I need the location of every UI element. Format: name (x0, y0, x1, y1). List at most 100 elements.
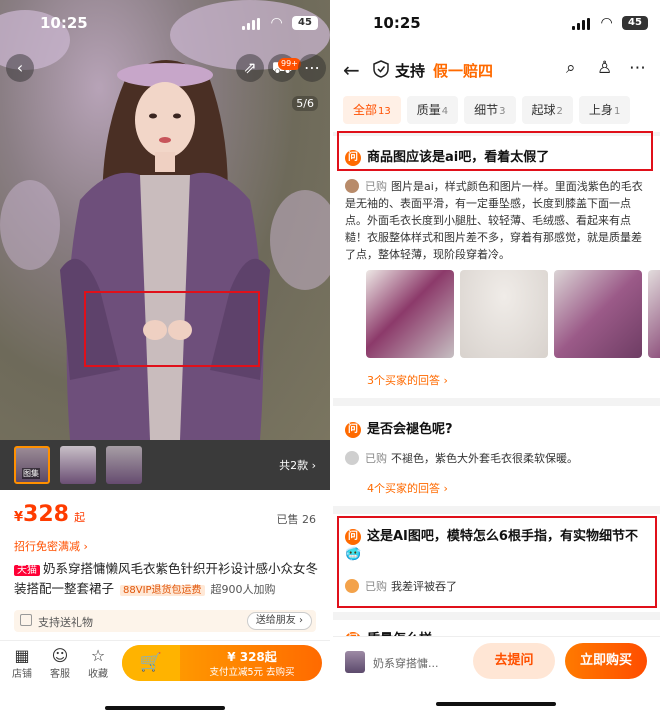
bought-tag: 已购 (365, 452, 387, 465)
qa-item[interactable]: 问是否会褪色呢? 已购 不褪色，紫色大外套毛衣很柔软保暖。 4个买家的回答 › (333, 406, 660, 506)
support-label: 支持 (395, 62, 426, 80)
guarantee-label[interactable]: 假一赔四 (433, 60, 493, 81)
tab-quality[interactable]: 质量4 (406, 96, 459, 124)
variants-total[interactable]: 共2款 › (279, 457, 316, 473)
tab-all[interactable]: 全部13 (343, 96, 401, 124)
avatar (345, 179, 359, 193)
image-index: 5/6 (292, 96, 318, 111)
question-badge: 问 (345, 422, 361, 438)
nav-favorite-label: 收藏 (88, 669, 108, 680)
qa-screen: 10:25 ◠ 45 ← 支持 假一赔四 ⌕ ♙ ⋯ 全部13 质量4 细节3 起球2… (333, 0, 660, 716)
shield-icon (373, 60, 389, 78)
status-bar: 10:25 ◠ 45 (0, 12, 330, 36)
promo-label: 招行免密满减 (14, 540, 80, 553)
tab-count: 1 (613, 106, 621, 117)
thumbnail-variant-1[interactable] (60, 446, 96, 484)
add-cart-icon[interactable]: 🛒 (122, 645, 180, 681)
qa-header: 10:25 ◠ 45 ← 支持 假一赔四 ⌕ ♙ ⋯ 全部13 质量4 细节3 起球2… (333, 0, 660, 132)
thumbnail-gallery[interactable]: 图集 (14, 446, 50, 484)
more-dots-icon: ⋯ (304, 58, 320, 77)
more-dots-icon[interactable]: ⋯ (629, 58, 646, 78)
answer-text: 图片是ai，样式颜色和图片一样。里面浅紫色的毛衣是无袖的、表面平滑，有一定垂坠感… (345, 180, 643, 261)
more-answers-link[interactable]: 4个买家的回答 › (367, 480, 448, 496)
signal-icon (242, 18, 260, 30)
qa-tabs: 全部13 质量4 细节3 起球2 上身1 (343, 96, 660, 124)
price: ¥328 起 (14, 502, 85, 527)
answer-photo-2[interactable] (460, 270, 548, 358)
gift-bar: 支持送礼物 送给朋友 › (14, 610, 316, 632)
tab-count: 2 (556, 106, 563, 117)
nav-service-label: 客服 (50, 669, 70, 680)
tab-label: 细节 (474, 103, 499, 117)
back-button[interactable]: ‹ (6, 54, 34, 82)
blossom-decoration (0, 180, 60, 270)
product-thumb (345, 651, 365, 673)
promo-link[interactable]: 招行免密满减 › (14, 538, 88, 554)
product-name: 奶系穿搭慵... (373, 657, 439, 670)
price-suffix: 起 (74, 511, 86, 524)
gift-label: 支持送礼物 (38, 616, 93, 629)
status-bar: 10:25 ◠ 45 (333, 12, 660, 36)
share-icon: ⇗ (243, 58, 257, 77)
tab-detail[interactable]: 细节3 (464, 96, 516, 124)
answer-photo-1[interactable] (366, 270, 454, 358)
wifi-icon: ◠ (601, 15, 612, 31)
share-button[interactable]: ⇗ (236, 54, 264, 82)
nav-favorite[interactable]: ☆ 收藏 (78, 646, 118, 681)
qa-item[interactable]: 问商品图应该是ai吧，看着太假了 已购 图片是ai，样式颜色和图片一样。里面浅紫色… (333, 136, 660, 398)
buy-button[interactable]: 🛒 ¥ 328起 支付立减5元 去购买 (122, 645, 322, 681)
status-time: 10:25 (373, 14, 421, 32)
nav-store-label: 店铺 (12, 669, 32, 680)
variants-total-label: 共2款 (279, 459, 309, 472)
tab-count: 4 (441, 106, 449, 117)
more-button[interactable]: ⋯ (298, 54, 326, 82)
answer-text: 不褪色，紫色大外套毛衣很柔软保暖。 (391, 452, 578, 465)
user-edit-icon[interactable]: ♙ (597, 58, 612, 78)
question-line: 问是否会褪色呢? (345, 418, 453, 438)
nav-store[interactable]: ▦ 店铺 (2, 647, 42, 681)
tab-wear[interactable]: 上身1 (578, 96, 631, 124)
vip-tag: 88VIP退货包运费 (120, 585, 205, 596)
sold-count: 已售 26 (276, 513, 317, 526)
tab-label: 上身 (588, 103, 613, 117)
ask-question-button[interactable]: 去提问 (473, 643, 555, 679)
blossom-decoration (270, 190, 330, 290)
tab-count: 13 (378, 106, 391, 117)
product-detail-screen: 10:25 ◠ 45 ‹ ⇗ ⛟ 99+ ⋯ 5/6 图集 共2款 › ¥328… (0, 0, 330, 716)
thumbnail-variant-2[interactable] (106, 446, 142, 484)
buyers-count: 超900人加购 (210, 583, 276, 596)
highlight-box-q3 (337, 516, 657, 608)
bought-tag: 已购 (365, 180, 387, 193)
chevron-left-icon: ‹ (16, 58, 24, 77)
product-title: 天猫 奶系穿搭慵懒风毛衣紫色针织开衫设计感小众女冬装搭配一整套裙子 88VIP退货… (14, 560, 320, 600)
battery-icon: 45 (622, 16, 648, 30)
nav-service[interactable]: ☺ 客服 (40, 647, 80, 681)
star-icon: ☆ (90, 646, 106, 665)
more-answers-label: 3个买家的回答 (367, 374, 440, 387)
buy-price-line: ¥ 328起 (227, 650, 277, 664)
search-icon[interactable]: ⌕ (566, 58, 576, 78)
battery-icon: 45 (292, 16, 318, 30)
home-indicator[interactable] (105, 706, 225, 710)
tab-label: 质量 (416, 103, 441, 117)
answer: 已购 不褪色，紫色大外套毛衣很柔软保暖。 (345, 450, 645, 467)
model-figure (60, 60, 270, 440)
signal-icon (572, 18, 590, 30)
tmall-tag: 天猫 (14, 565, 40, 576)
gift-icon (20, 614, 32, 626)
highlight-box-hands (84, 291, 260, 367)
send-to-friend-button[interactable]: 送给朋友 › (246, 612, 312, 630)
status-time: 10:25 (40, 14, 88, 32)
tab-label: 起球 (531, 103, 556, 117)
more-answers-link[interactable]: 3个买家的回答 › (367, 372, 448, 388)
tab-pilling[interactable]: 起球2 (521, 96, 573, 124)
home-indicator[interactable] (436, 702, 556, 706)
answer: 已购 图片是ai，样式颜色和图片一样。里面浅紫色的毛衣是无袖的、表面平滑，有一定垂… (345, 178, 645, 263)
answer-photo-3[interactable] (554, 270, 642, 358)
wifi-icon: ◠ (271, 15, 282, 31)
price-value: 328 (23, 502, 69, 527)
answer-photo-4[interactable] (648, 270, 660, 358)
buy-sub-line: 支付立减5元 去购买 (209, 667, 295, 678)
back-arrow-icon[interactable]: ← (343, 58, 360, 82)
buy-now-button[interactable]: 立即购买 (565, 643, 647, 679)
